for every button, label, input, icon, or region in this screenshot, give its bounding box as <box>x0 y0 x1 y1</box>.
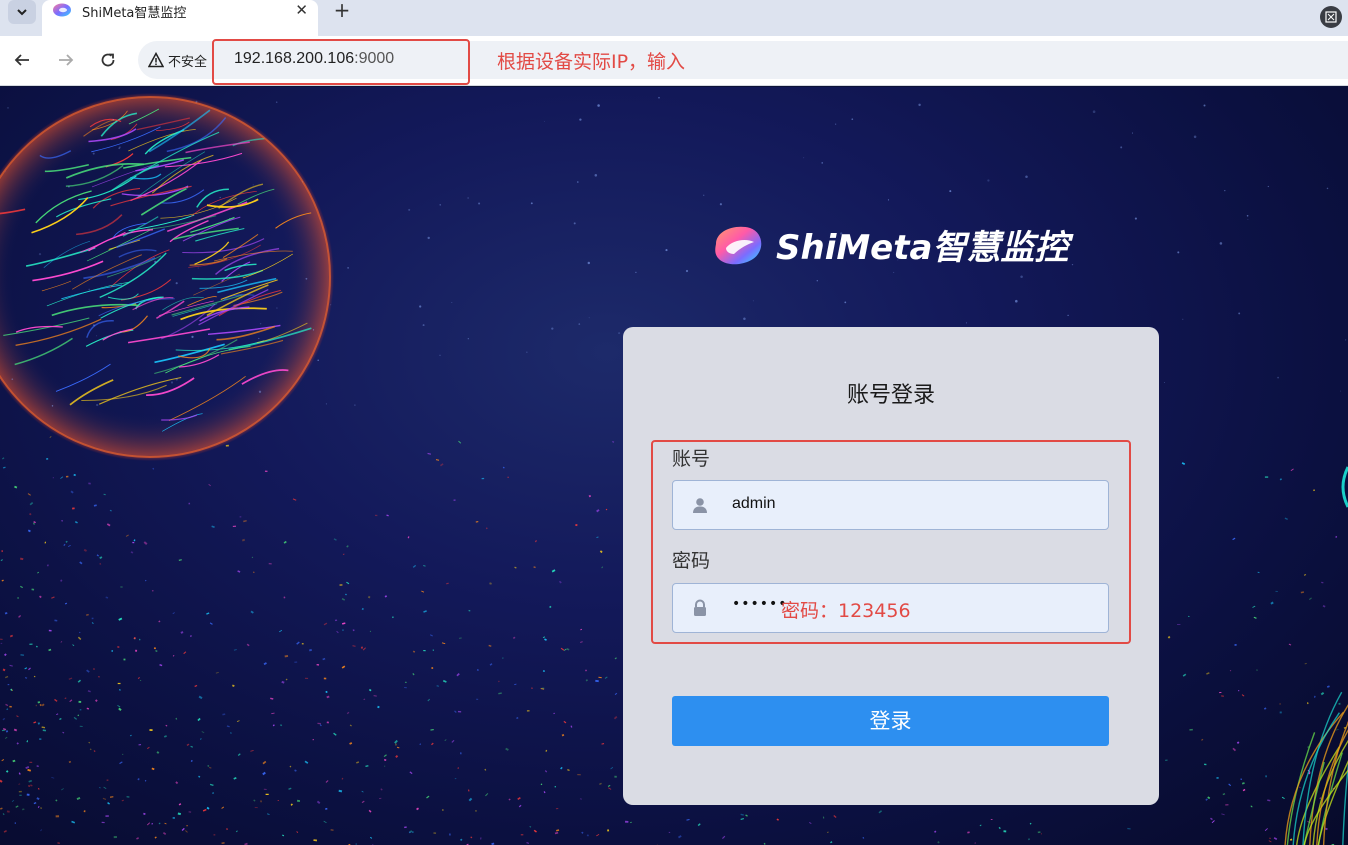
url-highlight-box <box>212 39 470 85</box>
chevron-down-icon <box>17 9 27 16</box>
security-label: 不安全 <box>168 54 208 70</box>
tab-close-icon[interactable]: ✕ <box>295 1 308 19</box>
tab-title: ShiMeta智慧监控 <box>82 6 187 21</box>
forward-button[interactable] <box>54 48 78 72</box>
arrow-left-icon <box>14 54 29 66</box>
picture-in-picture-icon <box>1325 11 1337 23</box>
reload-button[interactable] <box>96 48 120 72</box>
warning-icon <box>148 52 164 68</box>
reload-icon <box>101 53 115 67</box>
browser-tab[interactable]: ShiMeta智慧监控 ✕ <box>42 0 318 36</box>
tab-bar: ShiMeta智慧监控 ✕ + <box>0 0 1348 36</box>
window-control-button[interactable] <box>1320 6 1342 28</box>
tab-list-button[interactable] <box>8 0 36 24</box>
login-button[interactable]: 登录 <box>672 696 1109 746</box>
new-tab-button[interactable]: + <box>332 0 352 22</box>
login-title: 账号登录 <box>846 383 935 408</box>
shimeta-logo-icon <box>53 3 71 17</box>
brand-name: ShiMeta智慧监控 <box>776 228 1069 268</box>
shimeta-logo-icon <box>715 226 762 264</box>
security-chip[interactable]: 不安全 <box>148 49 207 71</box>
back-button[interactable] <box>10 48 34 72</box>
url-annotation: 根据设备实际IP，输入 <box>497 51 686 73</box>
password-annotation: 密码：123456 <box>781 600 911 622</box>
arrow-right-icon <box>59 54 74 66</box>
brand-logo: ShiMeta智慧监控 <box>712 220 1068 269</box>
